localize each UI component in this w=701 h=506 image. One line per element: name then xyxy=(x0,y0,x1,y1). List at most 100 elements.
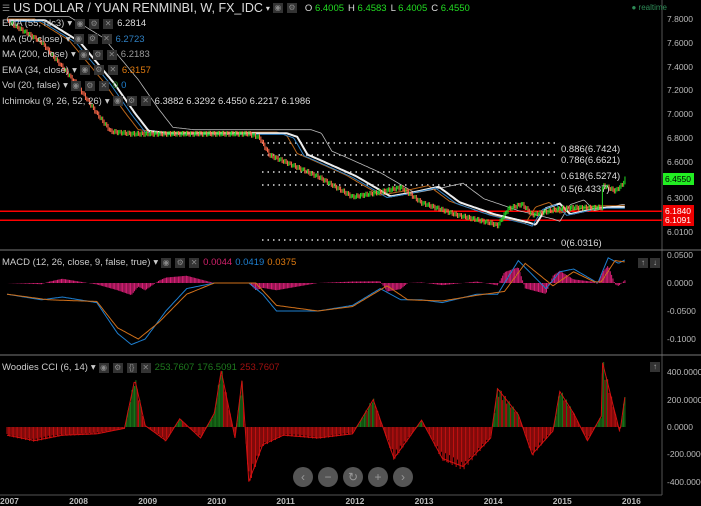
close-icon[interactable]: ✕ xyxy=(101,34,112,44)
indicator-value: 6.3882 6.3292 6.4550 6.2217 6.1986 xyxy=(154,95,311,107)
zoom-in-button[interactable]: + xyxy=(368,467,388,487)
eye-icon[interactable]: ◉ xyxy=(161,257,172,268)
eye-icon[interactable]: ◉ xyxy=(98,362,109,373)
realtime-label: realtime xyxy=(638,3,667,12)
eye-icon[interactable]: ◉ xyxy=(272,3,283,13)
indicator-label[interactable]: EMA (55, hlc3) xyxy=(2,18,64,29)
indicator-value: 6.2723 xyxy=(115,33,145,45)
last-price-tag: 6.4550 xyxy=(663,173,694,186)
braces-icon[interactable]: {} xyxy=(126,362,137,373)
ohlc-values: O 6.4005 H 6.4583 L 6.4005 C 6.4550 xyxy=(301,3,470,14)
indicator-value: 6.2183 xyxy=(120,49,150,60)
indicator-label[interactable]: EMA (34, close) xyxy=(2,65,69,76)
indicator-legend[interactable]: EMA (55, hlc3) ▾ ◉ ⚙ ✕ 6.2814 xyxy=(2,18,146,29)
close-icon[interactable]: ✕ xyxy=(106,49,117,60)
close-icon[interactable]: ✕ xyxy=(103,18,114,29)
close-icon[interactable]: ✕ xyxy=(98,80,109,91)
indicator-value: 0 xyxy=(121,80,127,91)
indicator-label[interactable]: MA (50, close) xyxy=(2,34,63,45)
cci-tick-label: -400.0000 xyxy=(667,476,701,487)
cci-value: 253.7607 xyxy=(154,362,195,373)
eye-icon[interactable]: ◉ xyxy=(112,96,123,106)
reset-button[interactable]: ↻ xyxy=(343,467,363,487)
gear-icon[interactable]: ⚙ xyxy=(126,96,137,106)
move-up-icon[interactable]: ↑ xyxy=(650,362,660,372)
indicator-value: 0 xyxy=(112,80,119,91)
macd-value: 0.0044 xyxy=(203,257,233,268)
close-icon[interactable]: ✕ xyxy=(107,65,118,75)
gear-icon[interactable]: ⚙ xyxy=(93,65,104,75)
macd-tick-label: -0.1000 xyxy=(667,334,696,344)
price-tick-label: 6.3000 xyxy=(667,192,693,203)
price-tick-label: 7.4000 xyxy=(667,61,693,72)
gear-icon[interactable]: ⚙ xyxy=(175,257,186,268)
time-tick-label: 2007 xyxy=(0,496,19,506)
macd-tick-label: -0.0500 xyxy=(667,306,696,316)
macd-legend[interactable]: MACD (12, 26, close, 9, false, true) ▾ ◉… xyxy=(2,257,296,268)
zoom-out-button[interactable]: − xyxy=(318,467,338,487)
time-tick-label: 2013 xyxy=(414,496,434,506)
macd-tick-label: 0.0500 xyxy=(667,250,693,260)
move-down-icon[interactable]: ↓ xyxy=(650,258,660,268)
symbol-title[interactable]: US DOLLAR / YUAN RENMINBI, W, FX_IDC xyxy=(13,1,263,15)
indicator-legend[interactable]: MA (50, close) ▾ ◉ ⚙ ✕ 6.2723 xyxy=(2,34,145,45)
macd-line xyxy=(6,257,626,346)
indicator-legend[interactable]: Ichimoku (9, 26, 52, 26) ▾ ◉ ⚙ ✕ 6.3882 6.… xyxy=(2,96,310,107)
macd-label[interactable]: MACD (12, 26, close, 9, false, true) xyxy=(2,257,150,268)
gear-icon[interactable]: ⚙ xyxy=(286,3,297,13)
time-tick-label: 2016 xyxy=(621,496,641,506)
close-icon[interactable]: ✕ xyxy=(140,362,151,373)
eye-icon[interactable]: ◉ xyxy=(75,18,86,29)
eye-icon[interactable]: ◉ xyxy=(73,34,84,44)
fib-level-label: 0.886(6.7424) xyxy=(561,144,621,155)
price-tick-label: 7.8000 xyxy=(667,14,693,24)
indicator-label[interactable]: Vol (20, false) xyxy=(2,80,60,91)
symbol-legend[interactable]: ☰ US DOLLAR / YUAN RENMINBI, W, FX_IDC ▾ … xyxy=(2,1,470,15)
ohlc-key: C xyxy=(431,2,439,14)
ohlc-key: L xyxy=(390,2,396,14)
eye-icon[interactable]: ◉ xyxy=(79,65,90,75)
eye-icon[interactable]: ◉ xyxy=(78,49,89,60)
time-tick-label: 2011 xyxy=(276,496,295,506)
macd-tick-label: 0.0000 xyxy=(667,278,693,288)
indicator-legend[interactable]: EMA (34, close) ▾ ◉ ⚙ ✕ 6.3157 xyxy=(2,65,151,76)
chevron-down-icon[interactable]: ▾ xyxy=(266,4,270,13)
ohlc-key: O xyxy=(304,2,313,14)
eye-icon[interactable]: ◉ xyxy=(70,80,81,91)
ohlc-value: 6.4550 xyxy=(440,2,470,14)
time-tick-label: 2012 xyxy=(345,496,365,506)
menu-icon[interactable]: ☰ xyxy=(2,3,10,14)
gear-icon[interactable]: ⚙ xyxy=(84,80,95,91)
move-up-icon[interactable]: ↑ xyxy=(638,258,648,268)
close-icon[interactable]: ✕ xyxy=(140,96,151,106)
scroll-left-button[interactable]: ‹ xyxy=(293,467,313,487)
price-line-tag: 6.1091 xyxy=(663,214,694,227)
time-tick-label: 2009 xyxy=(138,496,158,506)
price-tick-label: 7.6000 xyxy=(667,37,693,48)
gear-icon[interactable]: ⚙ xyxy=(89,18,100,29)
indicator-legend[interactable]: MA (200, close) ▾ ◉ ⚙ ✕ 6.2183 xyxy=(2,49,150,60)
gear-icon[interactable]: ⚙ xyxy=(87,34,98,44)
indicator-legend[interactable]: Vol (20, false) ▾ ◉ ⚙ ✕ 0 0 xyxy=(2,80,126,91)
cci-line xyxy=(6,362,626,482)
cci-legend[interactable]: Woodies CCI (6, 14) ▾ ◉ ⚙{} ✕ 253.7607 176.5… xyxy=(2,362,280,373)
ohlc-value: 6.4005 xyxy=(398,2,428,14)
chart-canvas[interactable] xyxy=(0,0,701,506)
indicator-label[interactable]: Ichimoku (9, 26, 52, 26) xyxy=(2,96,102,107)
indicator-value: 6.2814 xyxy=(117,18,147,29)
ohlc-value: 6.4583 xyxy=(357,2,387,14)
indicator-label[interactable]: MA (200, close) xyxy=(2,49,68,60)
fib-level-label: 0(6.0316) xyxy=(561,238,602,249)
cci-label[interactable]: Woodies CCI (6, 14) xyxy=(2,362,88,373)
cci-tick-label: 400.0000 xyxy=(667,367,701,378)
time-tick-label: 2010 xyxy=(207,496,227,506)
macd-value: 0.0375 xyxy=(267,257,297,268)
cci-tick-label: 200.0000 xyxy=(667,394,701,405)
scroll-right-button[interactable]: › xyxy=(393,467,413,487)
price-tick-label: 7.0000 xyxy=(667,109,693,120)
close-icon[interactable]: ✕ xyxy=(189,257,200,268)
price-tick-label: 6.0100 xyxy=(667,227,693,237)
time-tick-label: 2008 xyxy=(69,496,89,506)
gear-icon[interactable]: ⚙ xyxy=(92,49,103,60)
gear-icon[interactable]: ⚙ xyxy=(112,362,123,373)
